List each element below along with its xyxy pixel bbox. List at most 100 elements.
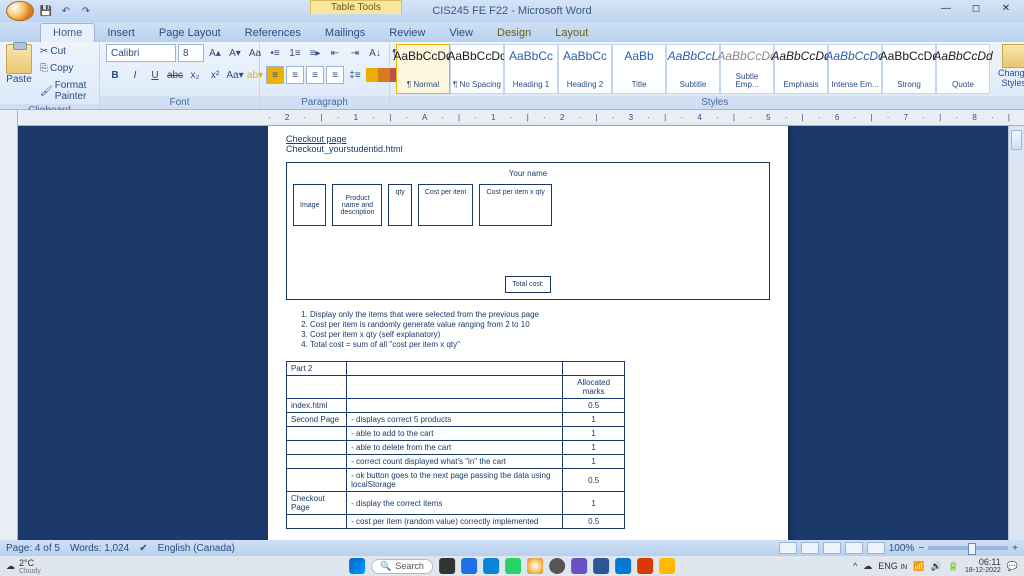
weather-widget[interactable]: ☁ 2°C Cloudy xyxy=(0,558,41,575)
horizontal-ruler: · 2 · | · 1 · | · A · | · 1 · | · 2 · | … xyxy=(18,110,1024,126)
office-orb[interactable] xyxy=(6,1,34,21)
align-right-button[interactable]: ≡ xyxy=(306,66,324,84)
status-page[interactable]: Page: 4 of 5 xyxy=(6,543,60,554)
bullets-button[interactable]: •≡ xyxy=(266,44,284,62)
style-gallery[interactable]: AaBbCcDd¶ NormalAaBbCcDd¶ No SpacingAaBb… xyxy=(396,44,990,94)
align-left-button[interactable]: ≡ xyxy=(266,66,284,84)
font-name-combo[interactable]: Calibri xyxy=(106,44,176,62)
bold-button[interactable]: B xyxy=(106,66,124,84)
view-print-layout-button[interactable] xyxy=(779,542,797,554)
multilevel-button[interactable]: ≡▸ xyxy=(306,44,324,62)
proofing-icon[interactable]: ✔ xyxy=(139,543,147,554)
tray-chevron-icon[interactable]: ^ xyxy=(853,561,857,571)
tab-page-layout[interactable]: Page Layout xyxy=(147,24,233,42)
teams-icon[interactable] xyxy=(571,558,587,574)
strike-button[interactable]: abc xyxy=(166,66,184,84)
close-button[interactable]: ✕ xyxy=(992,0,1020,16)
minimize-button[interactable]: — xyxy=(932,0,960,16)
copy-button[interactable]: ⎘ Copy xyxy=(36,61,93,76)
vscode-icon[interactable] xyxy=(615,558,631,574)
status-words[interactable]: Words: 1,024 xyxy=(70,543,129,554)
format-painter-button[interactable]: 🖌 Format Painter xyxy=(36,78,93,104)
taskbar-search[interactable]: 🔍 Search xyxy=(371,559,433,574)
redo-icon[interactable]: ↷ xyxy=(78,3,94,19)
save-icon[interactable]: 💾 xyxy=(38,3,54,19)
tray-date[interactable]: 18-12-2022 xyxy=(965,567,1001,574)
tab-view[interactable]: View xyxy=(437,24,485,42)
battery-icon[interactable]: 🔋 xyxy=(948,561,959,572)
style-item[interactable]: AaBbCcDd¶ No Spacing xyxy=(450,44,504,94)
word-icon[interactable] xyxy=(593,558,609,574)
wifi-icon[interactable]: 📶 xyxy=(913,561,924,572)
style-item[interactable]: AaBbCcDdIntense Em... xyxy=(828,44,882,94)
maximize-button[interactable]: ◻ xyxy=(962,0,990,16)
weather-temp: 2°C xyxy=(19,558,41,568)
document-page[interactable]: Checkout page Checkout_yourstudentid.htm… xyxy=(268,126,788,540)
dec-indent-button[interactable]: ⇤ xyxy=(326,44,344,62)
justify-button[interactable]: ≡ xyxy=(326,66,344,84)
grow-font-icon[interactable]: A▴ xyxy=(206,44,224,62)
tray-time[interactable]: 06:11 xyxy=(965,558,1001,567)
style-item[interactable]: AaBbCcDdEmphasis xyxy=(774,44,828,94)
superscript-button[interactable]: x² xyxy=(206,66,224,84)
whatsapp-icon[interactable] xyxy=(505,558,521,574)
zoom-in-button[interactable]: + xyxy=(1012,543,1018,554)
view-web-button[interactable] xyxy=(823,542,841,554)
tab-home[interactable]: Home xyxy=(40,23,95,42)
system-tray[interactable]: ^ ☁ ENG IN 📶 🔊 🔋 06:11 18-12-2022 💬 xyxy=(853,558,1018,574)
italic-button[interactable]: I xyxy=(126,66,144,84)
tab-mailings[interactable]: Mailings xyxy=(313,24,377,42)
tab-references[interactable]: References xyxy=(233,24,313,42)
inc-indent-button[interactable]: ⇥ xyxy=(346,44,364,62)
change-case-button[interactable]: Aa▾ xyxy=(226,66,244,84)
tray-lang[interactable]: ENG IN xyxy=(878,561,907,571)
explorer-icon[interactable] xyxy=(461,558,477,574)
change-styles-button[interactable]: Change Styles xyxy=(994,44,1024,88)
style-item[interactable]: AaBbCcDdSubtle Emp... xyxy=(720,44,774,94)
chrome-icon[interactable] xyxy=(527,558,543,574)
zoom-level[interactable]: 100% xyxy=(889,543,915,554)
undo-icon[interactable]: ↶ xyxy=(58,3,74,19)
style-item[interactable]: AaBbCcDcStrong xyxy=(882,44,936,94)
sticky-icon[interactable] xyxy=(659,558,675,574)
zoom-slider[interactable] xyxy=(928,546,1008,550)
start-button[interactable] xyxy=(349,558,365,574)
numbering-button[interactable]: 1≡ xyxy=(286,44,304,62)
zoom-out-button[interactable]: − xyxy=(918,543,924,554)
notifications-icon[interactable]: 💬 xyxy=(1007,561,1018,572)
table-row: Checkout Page- display the correct items… xyxy=(287,492,625,515)
tab-design[interactable]: Design xyxy=(485,24,543,42)
group-clipboard: Paste ✂ Cut ⎘ Copy 🖌 Format Painter Clip… xyxy=(0,42,100,109)
tab-review[interactable]: Review xyxy=(377,24,437,42)
vertical-scrollbar[interactable] xyxy=(1008,126,1024,540)
line-spacing-button[interactable]: ‡≡ xyxy=(346,66,364,84)
font-size-combo[interactable]: 8 xyxy=(178,44,204,62)
view-outline-button[interactable] xyxy=(845,542,863,554)
tab-insert[interactable]: Insert xyxy=(95,24,147,42)
style-item[interactable]: AaBbCcHeading 2 xyxy=(558,44,612,94)
sort-button[interactable]: A↓ xyxy=(366,44,384,62)
group-label: Paragraph xyxy=(260,96,389,109)
style-item[interactable]: AaBbTitle xyxy=(612,44,666,94)
style-item[interactable]: AaBbCcDd¶ Normal xyxy=(396,44,450,94)
volume-icon[interactable]: 🔊 xyxy=(931,561,942,572)
ppt-icon[interactable] xyxy=(637,558,653,574)
edge-icon[interactable] xyxy=(483,558,499,574)
underline-button[interactable]: U xyxy=(146,66,164,84)
scrollbar-thumb[interactable] xyxy=(1011,130,1022,150)
cut-button[interactable]: ✂ Cut xyxy=(36,44,93,59)
dell-icon[interactable] xyxy=(549,558,565,574)
status-language[interactable]: English (Canada) xyxy=(158,543,235,554)
style-item[interactable]: AaBbCcLSubtitle xyxy=(666,44,720,94)
shrink-font-icon[interactable]: A▾ xyxy=(226,44,244,62)
subscript-button[interactable]: x₂ xyxy=(186,66,204,84)
style-item[interactable]: AaBbCcHeading 1 xyxy=(504,44,558,94)
taskview-icon[interactable] xyxy=(439,558,455,574)
tab-layout[interactable]: Layout xyxy=(543,24,600,42)
onedrive-icon[interactable]: ☁ xyxy=(863,561,872,572)
view-draft-button[interactable] xyxy=(867,542,885,554)
paste-button[interactable]: Paste xyxy=(6,44,32,85)
align-center-button[interactable]: ≡ xyxy=(286,66,304,84)
view-fullscreen-button[interactable] xyxy=(801,542,819,554)
style-item[interactable]: AaBbCcDdQuote xyxy=(936,44,990,94)
